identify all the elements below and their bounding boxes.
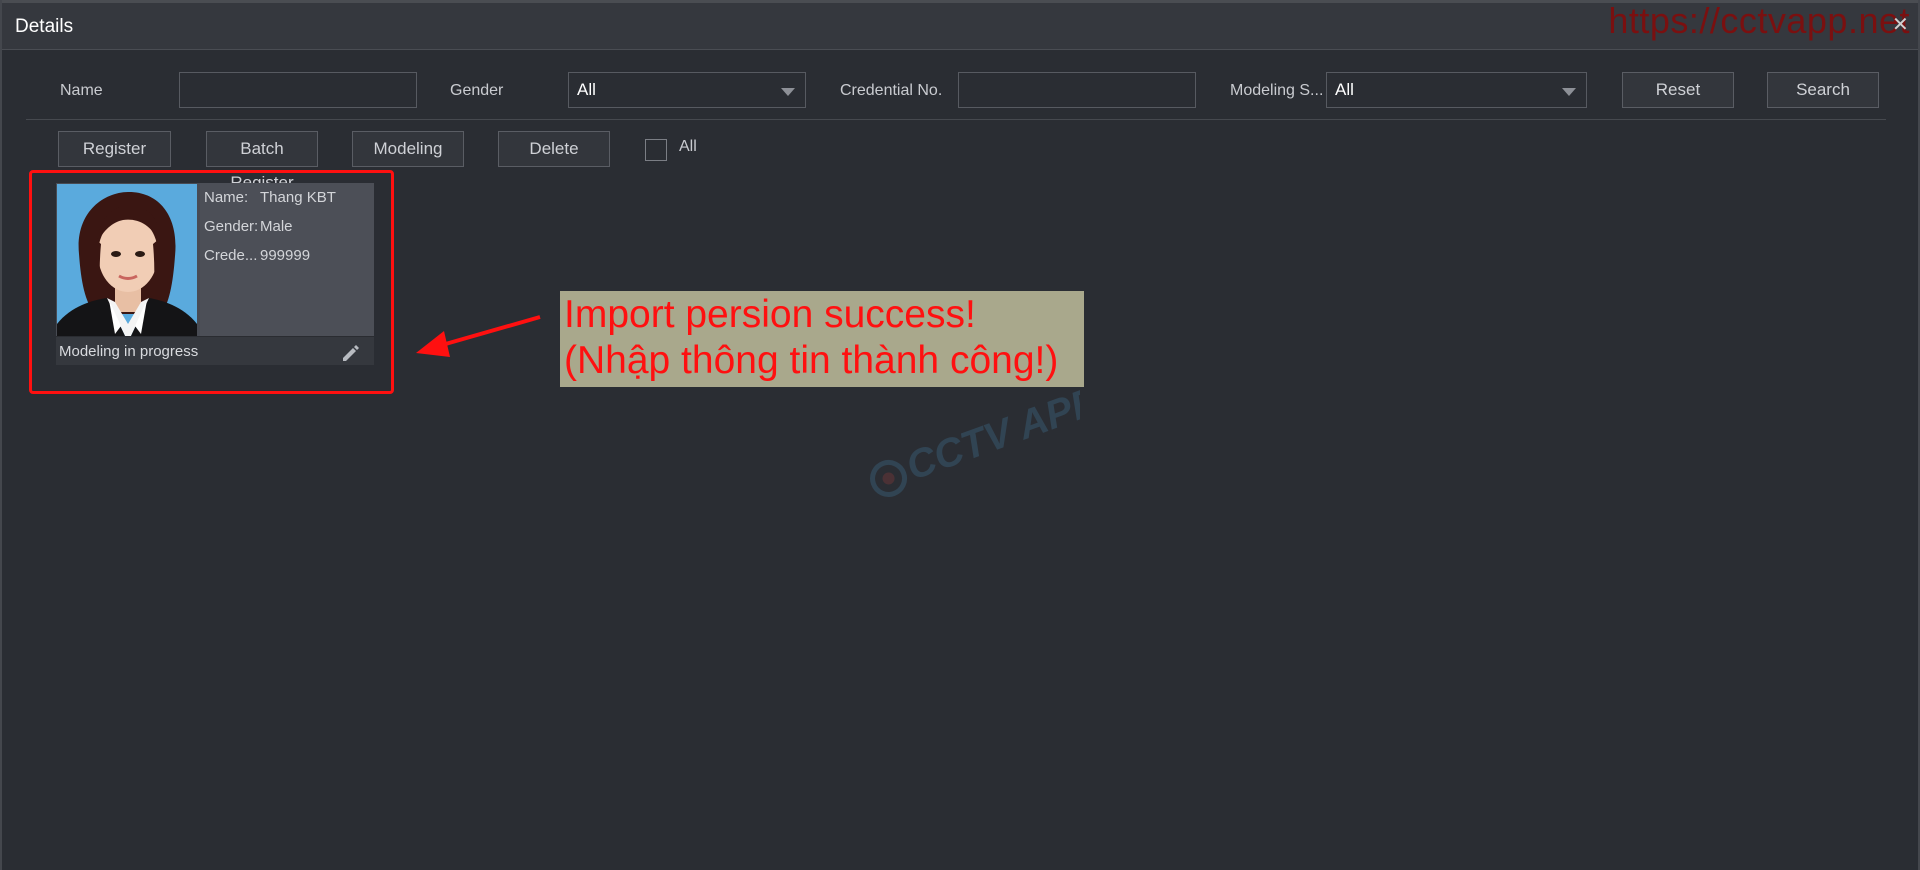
filter-bar: Name Gender All Credential No. Modeling …	[26, 70, 1886, 120]
name-key: Name:	[204, 189, 249, 206]
reset-button[interactable]: Reset	[1622, 72, 1734, 108]
credential-value: 999999	[260, 247, 311, 264]
name-value: Thang KBT	[260, 189, 336, 206]
credential-input[interactable]	[958, 72, 1196, 108]
select-all-label: All	[679, 138, 697, 155]
gender-select[interactable]: All	[568, 72, 806, 108]
svg-text:CCTV APP: CCTV APP	[901, 380, 1080, 489]
batch-register-button[interactable]: Batch Register	[206, 131, 318, 192]
select-all-checkbox[interactable]	[645, 139, 667, 161]
chevron-down-icon	[1562, 88, 1576, 96]
modeling-button[interactable]: Modeling	[352, 131, 464, 167]
gender-label: Gender	[450, 82, 504, 99]
modeling-status-label: Modeling S...	[1230, 82, 1324, 99]
modeling-status-select[interactable]: All	[1326, 72, 1587, 108]
modeling-status-value: All	[1335, 80, 1354, 99]
delete-button[interactable]: Delete	[498, 131, 610, 167]
register-button[interactable]: Register	[58, 131, 171, 167]
edit-pencil-icon[interactable]	[340, 342, 362, 364]
person-info: Name: Thang KBT Gender: Male Crede... 99…	[200, 183, 374, 336]
gender-key: Gender:	[204, 218, 259, 235]
person-card[interactable]: Name: Thang KBT Gender: Male Crede... 99…	[56, 183, 374, 365]
name-label: Name	[60, 82, 103, 99]
gender-select-value: All	[577, 80, 596, 99]
person-photo	[57, 184, 197, 342]
watermark-url: https://cctvapp.net	[1608, 0, 1910, 41]
annotation-callout: Import persion success! (Nhập thông tin …	[560, 291, 1084, 387]
modeling-status-text: Modeling in progress	[59, 343, 199, 360]
gender-value: Male	[260, 218, 293, 235]
search-button[interactable]: Search	[1767, 72, 1879, 108]
name-input[interactable]	[179, 72, 417, 108]
annotation-line-2: (Nhập thông tin thành công!)	[564, 339, 1059, 382]
credential-key: Crede...	[204, 247, 258, 264]
chevron-down-icon	[781, 88, 795, 96]
card-footer: Modeling in progress	[56, 336, 374, 365]
details-window: Details https://cctvapp.net ✕ Name Gende…	[0, 0, 1920, 870]
window-title: Details	[15, 16, 74, 37]
credential-label: Credential No.	[840, 82, 943, 99]
annotation-arrow	[416, 315, 541, 357]
close-icon[interactable]: ✕	[1892, 15, 1910, 35]
action-bar: Register Batch Register Modeling Delete …	[26, 131, 926, 192]
cctv-app-logo-watermark: CCTV APP	[870, 380, 1080, 497]
annotation-line-1: Import persion success!	[564, 293, 976, 336]
